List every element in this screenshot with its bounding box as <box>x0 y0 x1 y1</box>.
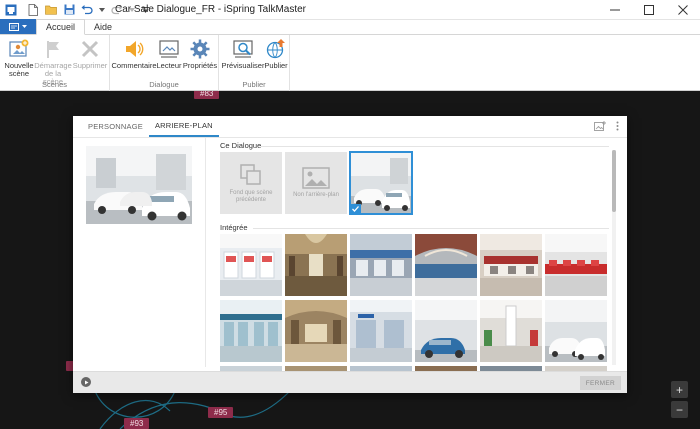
background-dialog: PERSONNAGE ARRIERE-PLAN Ce Dialogue Fond… <box>73 116 627 393</box>
background-thumbnail[interactable] <box>220 300 282 362</box>
no-background-option[interactable]: Non l'arrière-plan <box>285 152 347 214</box>
play-icon <box>84 380 88 384</box>
zoom-out-button[interactable]: − <box>671 401 688 418</box>
commentaire-button[interactable]: Commentaire <box>112 38 157 70</box>
close-button[interactable] <box>666 0 700 20</box>
maximize-icon <box>644 5 654 15</box>
gear-icon <box>190 39 210 59</box>
delete-icon <box>81 40 99 58</box>
background-thumbnail[interactable] <box>480 300 542 362</box>
ribbon-group-publier: Prévisualiser Publier Publier <box>219 35 290 91</box>
undo-dropdown-icon[interactable] <box>98 3 106 17</box>
background-thumbnail[interactable] <box>415 234 477 296</box>
background-preview <box>86 146 192 224</box>
close-icon <box>678 5 688 15</box>
lecteur-button[interactable]: Lecteur <box>156 38 182 70</box>
chevron-down-icon <box>22 25 27 28</box>
scene-start-button[interactable]: Démarrage de la scène <box>34 38 72 86</box>
fermer-button[interactable]: FERMER <box>579 376 621 390</box>
add-image-icon[interactable] <box>594 121 606 131</box>
image-icon <box>302 167 330 189</box>
play-button[interactable] <box>81 377 91 387</box>
same-as-previous-option[interactable]: Fond que scène précédente <box>220 152 282 214</box>
background-thumbnail[interactable] <box>350 234 412 296</box>
background-thumbnail[interactable] <box>545 234 607 296</box>
scrollbar-thumb[interactable] <box>612 150 616 212</box>
background-thumbnail[interactable] <box>480 234 542 296</box>
player-icon <box>159 40 179 58</box>
new-scene-button[interactable]: Nouvelle scène <box>4 38 34 78</box>
background-thumbnail[interactable] <box>285 300 347 362</box>
section-title: Ce Dialogue <box>220 141 262 150</box>
file-menu-icon <box>9 22 19 31</box>
panel-splitter[interactable] <box>205 138 206 367</box>
tab-accueil[interactable]: Accueil <box>36 19 86 35</box>
title-bar: Car Sale Dialogue_FR - iSpring TalkMaste… <box>0 0 700 20</box>
background-thumbnail[interactable] <box>415 300 477 362</box>
copy-icon <box>240 163 261 185</box>
new-scene-icon <box>9 39 29 57</box>
properties-button[interactable]: Propriétés <box>182 38 218 70</box>
preview-icon <box>233 40 253 58</box>
background-thumbnail[interactable] <box>350 300 412 362</box>
scene-node[interactable]: #95 <box>208 407 234 418</box>
selected-check-icon <box>350 204 361 214</box>
ribbon-tabs: Accueil Aide <box>0 19 700 35</box>
scene-node[interactable]: #83 <box>194 91 220 99</box>
publish-button[interactable]: Publier <box>263 38 289 70</box>
scene-node[interactable]: #93 <box>124 418 150 429</box>
preview-button[interactable]: Prévisualiser <box>221 38 265 70</box>
new-file-icon[interactable] <box>26 3 40 17</box>
tab-personnage[interactable]: PERSONNAGE <box>82 116 149 137</box>
tab-arriere-plan[interactable]: ARRIERE-PLAN <box>148 116 219 137</box>
undo-icon[interactable] <box>80 3 94 17</box>
file-menu-button[interactable] <box>0 19 36 34</box>
app-icon <box>4 3 18 17</box>
flag-icon <box>47 41 59 58</box>
save-icon[interactable] <box>62 3 76 17</box>
background-thumbnail[interactable] <box>285 234 347 296</box>
dialog-footer: FERMER <box>73 371 627 393</box>
speaker-icon <box>126 41 144 57</box>
background-thumbnail[interactable] <box>220 234 282 296</box>
ribbon-group-label: Publier <box>242 80 266 89</box>
background-thumbnail[interactable] <box>545 300 607 362</box>
more-options-icon[interactable] <box>616 121 619 131</box>
minimize-button[interactable] <box>598 0 632 20</box>
delete-button[interactable]: Supprimer <box>72 38 108 70</box>
dialog-tabs: PERSONNAGE ARRIERE-PLAN <box>73 116 627 138</box>
section-divider <box>261 146 609 147</box>
ribbon-group-label: Scènes <box>41 80 68 89</box>
window-title: Car Sale Dialogue_FR - iSpring TalkMaste… <box>115 4 307 15</box>
minimize-icon <box>610 9 620 11</box>
maximize-button[interactable] <box>632 0 666 20</box>
open-folder-icon[interactable] <box>44 3 58 17</box>
ribbon-group-label: Dialogue <box>149 80 179 89</box>
ribbon-group-dialogue: Commentaire Lecteur Propriétés Dialogue <box>110 35 219 91</box>
section-divider <box>253 228 609 229</box>
publish-icon <box>266 39 285 59</box>
ribbon-group-scenes: Nouvelle scène Démarrage de la scène Sup… <box>0 35 110 91</box>
selected-background-thumbnail[interactable] <box>349 151 413 215</box>
section-title: Intégrée <box>220 223 248 232</box>
ribbon: Nouvelle scène Démarrage de la scène Sup… <box>0 35 700 91</box>
tab-aide[interactable]: Aide <box>85 19 121 34</box>
zoom-in-button[interactable]: + <box>671 381 688 398</box>
